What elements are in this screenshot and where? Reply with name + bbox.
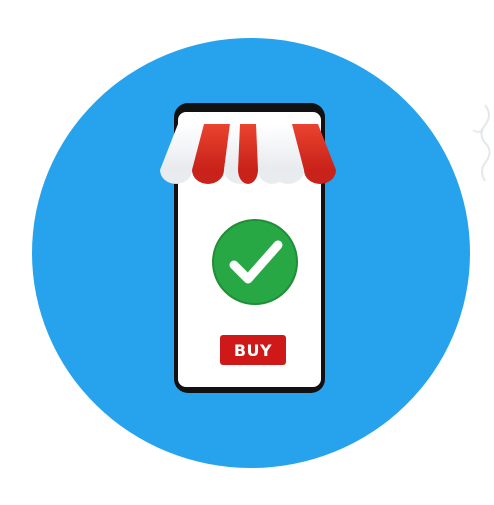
checkmark-icon (212, 219, 298, 305)
buy-button[interactable]: BUY (220, 335, 286, 365)
watermark-mark (472, 104, 491, 182)
illustration: BUY (0, 0, 494, 505)
storefront-awning-icon (160, 124, 336, 184)
